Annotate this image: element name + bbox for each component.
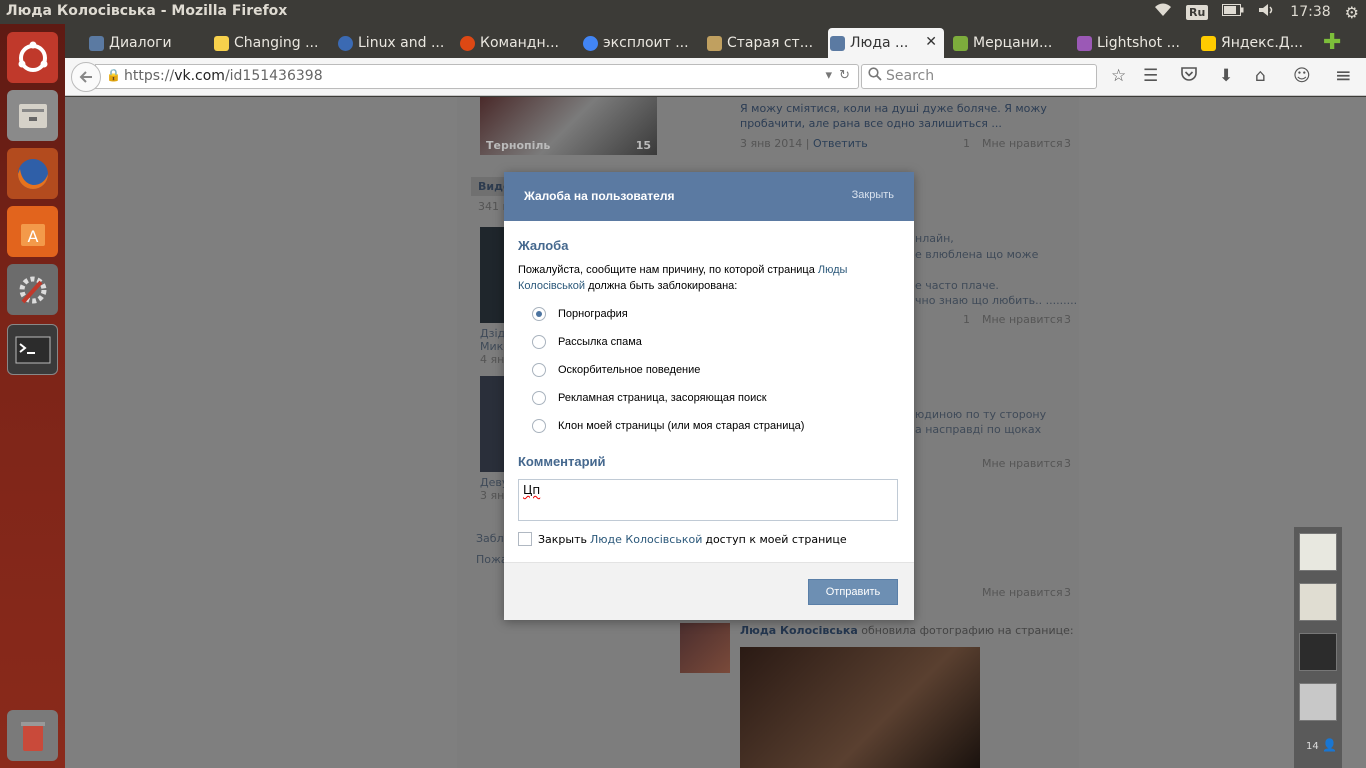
close-tab-icon[interactable]: ✕: [925, 34, 937, 50]
menu-icon[interactable]: ≡: [1335, 63, 1352, 87]
wifi-icon[interactable]: [1154, 3, 1172, 21]
bookmark-star-icon[interactable]: ☆: [1111, 66, 1126, 86]
download-icon[interactable]: ⬇: [1219, 66, 1233, 86]
system-top-bar: Люда Колосівська - Mozilla Firefox Ru 17…: [0, 0, 1366, 24]
tab-favicon: [214, 36, 229, 51]
keyboard-layout-indicator[interactable]: Ru: [1185, 4, 1209, 20]
tab-favicon: [338, 36, 353, 51]
url-bar[interactable]: 🔒 https://vk.com/id151436398 ▾ ↻: [95, 64, 859, 89]
radio-button[interactable]: [532, 335, 546, 349]
reason-option-spam[interactable]: Рассылка спама: [532, 335, 642, 349]
radio-button[interactable]: [532, 363, 546, 377]
tab-lightshot[interactable]: Lightshot ...: [1075, 28, 1193, 58]
search-icon: [868, 67, 882, 85]
volume-icon[interactable]: [1258, 3, 1276, 21]
tab-old-page[interactable]: Старая ст...: [705, 28, 823, 58]
home-icon[interactable]: ⌂: [1255, 66, 1266, 86]
send-button[interactable]: Отправить: [808, 579, 898, 605]
gear-icon[interactable]: ⚙: [1345, 3, 1359, 22]
comment-textarea[interactable]: Цп: [518, 479, 898, 521]
reason-option-advertising[interactable]: Рекламная страница, засоряющая поиск: [532, 391, 767, 405]
comment-heading: Комментарий: [518, 454, 606, 469]
tab-linux[interactable]: Linux and ...: [336, 28, 454, 58]
reason-option-abuse[interactable]: Оскорбительное поведение: [532, 363, 700, 377]
tab-favicon: [1201, 36, 1216, 51]
tab-favicon: [1077, 36, 1092, 51]
pocket-icon[interactable]: [1181, 66, 1197, 86]
navigation-bar: 🔒 https://vk.com/id151436398 ▾ ↻ Search …: [65, 58, 1366, 96]
system-tray: Ru 17:38 ⚙: [1147, 0, 1366, 24]
tab-favicon: [583, 36, 598, 51]
battery-icon[interactable]: [1222, 4, 1244, 20]
radio-button-selected[interactable]: [532, 307, 546, 321]
new-tab-icon[interactable]: ✚: [1323, 30, 1341, 55]
radio-button[interactable]: [532, 391, 546, 405]
ubuntu-dash-icon[interactable]: [7, 32, 58, 83]
tab-exploit[interactable]: эксплоит ...: [581, 28, 699, 58]
hello-icon[interactable]: ☺: [1293, 66, 1311, 86]
tab-luda-active[interactable]: Люда ... ✕: [828, 28, 944, 58]
clock[interactable]: 17:38: [1290, 4, 1330, 20]
block-access-checkbox[interactable]: Закрыть Люде Колосівськой доступ к моей …: [518, 532, 847, 546]
back-button[interactable]: [71, 62, 101, 92]
close-button[interactable]: Закрыть: [852, 189, 894, 201]
dropdown-arrow-icon[interactable]: ▾: [825, 68, 832, 83]
tab-dialogs[interactable]: Диалоги: [87, 28, 205, 58]
complaint-prompt: Пожалуйста, сообщите нам причину, по кот…: [518, 264, 848, 292]
window-title: Люда Колосівська - Mozilla Firefox: [6, 3, 288, 19]
tab-yandex[interactable]: Яндекс.Д...: [1199, 28, 1317, 58]
tab-favicon: [830, 36, 845, 51]
report-user-dialog: Жалоба на пользователя Закрыть Жалоба По…: [504, 172, 914, 620]
tab-favicon: [953, 36, 968, 51]
complaint-heading: Жалоба: [518, 238, 569, 253]
radio-button[interactable]: [532, 419, 546, 433]
tab-commands[interactable]: Командн...: [458, 28, 576, 58]
reason-option-porn[interactable]: Порнография: [532, 307, 628, 321]
tab-favicon: [707, 36, 722, 51]
user-link[interactable]: Люде Колосівськой: [590, 533, 702, 546]
dialog-header: Жалоба на пользователя Закрыть: [504, 172, 914, 221]
checkbox[interactable]: [518, 532, 532, 546]
reload-icon[interactable]: ↻: [839, 68, 850, 83]
dialog-footer: Отправить: [504, 562, 914, 620]
reading-list-icon[interactable]: ☰: [1143, 66, 1158, 86]
tab-flicker[interactable]: Мерцани...: [951, 28, 1069, 58]
lock-icon: 🔒: [106, 68, 121, 82]
tab-bar: Диалоги Changing ... Linux and ... Коман…: [65, 24, 1366, 58]
reason-option-clone[interactable]: Клон моей страницы (или моя старая стран…: [532, 419, 804, 433]
search-input[interactable]: Search: [861, 64, 1097, 89]
tab-favicon: [89, 36, 104, 51]
tab-favicon: [460, 36, 475, 51]
tab-changing[interactable]: Changing ...: [212, 28, 330, 58]
dialog-title: Жалоба на пользователя: [524, 189, 675, 203]
